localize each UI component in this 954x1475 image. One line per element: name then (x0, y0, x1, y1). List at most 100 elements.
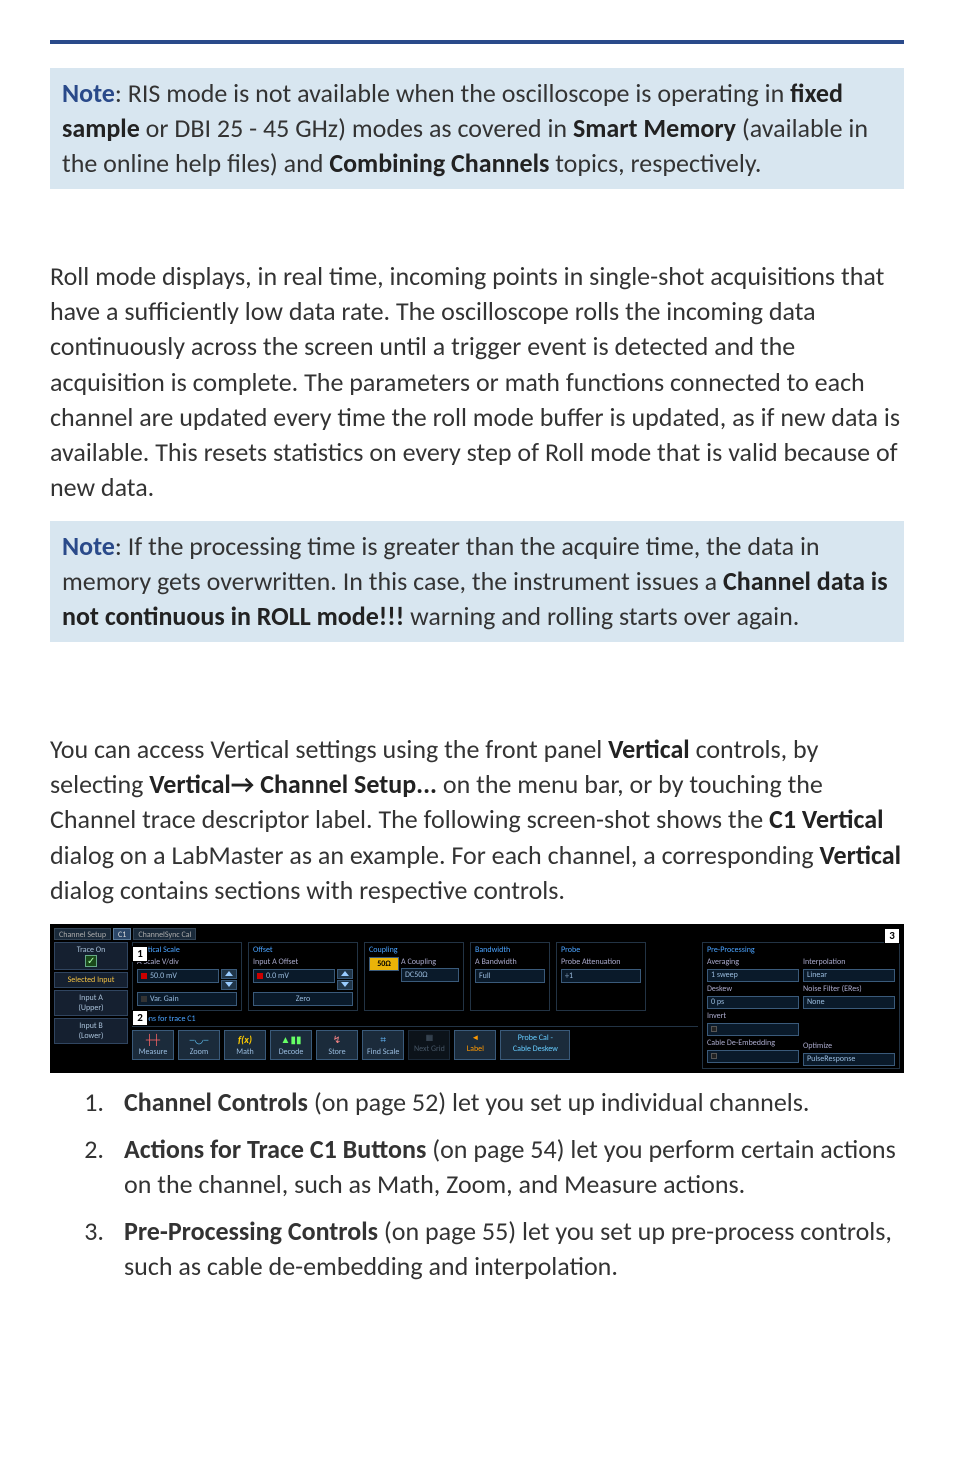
a-bandwidth-value[interactable]: Full (475, 969, 545, 983)
optimize-label: Optimize (803, 1041, 895, 1051)
noise-filter-value[interactable]: None (803, 996, 895, 1009)
interpolation-value[interactable]: Linear (803, 969, 895, 982)
probe-cal-cable-deskew-button[interactable]: Probe Cal -Cable Deskew (500, 1030, 570, 1060)
note1-bold-b: Smart Memory (573, 112, 736, 144)
find-scale-button[interactable]: ⌗Find Scale (362, 1030, 404, 1060)
document-page: Note: RIS mode is not available when the… (0, 0, 954, 1334)
callout-2: 2 (132, 1010, 148, 1026)
panel-offset: Offset Input A Offset 0.0 mV Zero (248, 942, 358, 1011)
list-number: 2. (80, 1132, 104, 1202)
input-b-lower-cell[interactable]: Input B (Lower) (54, 1018, 128, 1044)
label-icon: ◄ (471, 1033, 479, 1043)
selected-input-label: Selected Input (54, 972, 128, 988)
vert-pre: You can access Vertical settings using t… (50, 733, 608, 765)
tab-channel-setup[interactable]: Channel Setup (54, 928, 111, 940)
probe-atten-value[interactable]: ÷1 (561, 969, 641, 983)
a-offset-value[interactable]: 0.0 mV (253, 969, 335, 983)
tab-c1[interactable]: C1 (113, 928, 131, 940)
invert-toggle[interactable] (707, 1023, 799, 1036)
list-text: Pre-Processing Controls (on page 55) let… (124, 1214, 904, 1284)
panel-pre-processing: Pre-Processing Averaging 1 sweep Deskew … (702, 942, 900, 1069)
a-scale-stepper (221, 969, 237, 990)
c1-vertical-dialog: 3 Channel Setup C1 ChannelSync Cal 1 2 T… (50, 924, 904, 1073)
a-offset-stepper (337, 969, 353, 990)
trace-on-cell[interactable]: Trace On (54, 942, 128, 970)
input-a-label: Input A (58, 993, 124, 1003)
store-icon: ↯ (333, 1033, 341, 1046)
a-offset-up-button[interactable] (337, 969, 353, 979)
note-label: Note (62, 77, 115, 109)
noise-filter-label: Noise Filter (ERes) (803, 984, 895, 994)
note1-bold-c: Combining Channels (329, 147, 549, 179)
input-a-upper: (Upper) (58, 1003, 124, 1013)
var-gain-label: Var. Gain (150, 994, 179, 1004)
paragraph-vertical-intro: You can access Vertical settings using t… (50, 732, 904, 907)
measure-button[interactable]: ┼┼Measure (132, 1030, 174, 1060)
input-b-label: Input B (58, 1021, 124, 1031)
a-scale-up-button[interactable] (221, 969, 237, 979)
a-offset-value-text: 0.0 mV (266, 971, 289, 981)
cable-de-embedding-toggle[interactable] (707, 1050, 799, 1063)
list-item-1-text: (on page 52) let you set up individual c… (308, 1086, 810, 1118)
a-scale-down-button[interactable] (221, 980, 237, 990)
averaging-value[interactable]: 1 sweep (707, 969, 799, 982)
input-a-upper-cell[interactable]: Input A (Upper) (54, 990, 128, 1016)
deskew-label: Deskew (707, 984, 799, 994)
callout-3: 3 (884, 928, 900, 944)
channel-controls-row: Vertical Scale A Scale V/div 50.0 mV Var… (132, 942, 698, 1011)
zoom-label: Zoom (190, 1047, 208, 1057)
dialog-body: 1 2 Trace On Selected Input Input A (Upp… (54, 942, 900, 1069)
find-scale-label: Find Scale (367, 1047, 399, 1057)
vertical-scale-title: Vertical Scale (137, 945, 237, 955)
list-number: 1. (80, 1085, 104, 1120)
next-grid-button[interactable]: ▦Next Grid (408, 1030, 450, 1060)
a-scale-value[interactable]: 50.0 mV (137, 969, 219, 983)
note1-text-d: topics, respectively. (549, 147, 761, 179)
header-rule (50, 40, 904, 44)
label-button[interactable]: ◄Label (454, 1030, 496, 1060)
active-indicator-icon (257, 973, 263, 979)
actions-for-trace-section: Actions for trace C1 ┼┼Measure ─◡─Zoom f… (132, 1014, 698, 1060)
decode-button[interactable]: ▲▮▮Decode (270, 1030, 312, 1060)
checkbox-off-icon (711, 1026, 717, 1032)
label-label: Label (467, 1044, 484, 1054)
note-box-ris: Note: RIS mode is not available when the… (50, 68, 904, 189)
list-item-3-bold: Pre-Processing Controls (124, 1215, 378, 1247)
a-coupling-label: A Coupling (401, 957, 459, 967)
find-scale-icon: ⌗ (380, 1033, 386, 1046)
probe-title: Probe (561, 945, 641, 955)
a-offset-down-button[interactable] (337, 980, 353, 990)
paragraph-roll-mode: Roll mode displays, in real time, incomi… (50, 259, 904, 505)
math-button[interactable]: f(x)Math (224, 1030, 266, 1060)
vert-b2: Vertical→ Channel Setup... (149, 768, 437, 800)
interpolation-label: Interpolation (803, 957, 895, 967)
note1-text-b: or DBI 25 - 45 GHz) modes as covered in (140, 112, 573, 144)
optimize-value[interactable]: PulseResponse (803, 1053, 895, 1066)
input-b-lower: (Lower) (58, 1031, 124, 1041)
zero-button[interactable]: Zero (253, 992, 353, 1006)
list-item-2-bold: Actions for Trace C1 Buttons (124, 1133, 426, 1165)
math-fx-icon: f(x) (238, 1033, 252, 1046)
vert-mid3: dialog on a LabMaster as an example. For… (50, 839, 819, 871)
note-label: Note (62, 530, 115, 562)
a-coupling-value[interactable]: DC50Ω (401, 968, 459, 982)
vert-tail: dialog contains sections with respective… (50, 874, 565, 906)
list-text: Actions for Trace C1 Buttons (on page 54… (124, 1132, 904, 1202)
zoom-button[interactable]: ─◡─Zoom (178, 1030, 220, 1060)
var-gain-toggle[interactable]: Var. Gain (137, 992, 237, 1006)
decode-icon: ▲▮▮ (281, 1033, 302, 1046)
invert-label: Invert (707, 1011, 799, 1021)
vert-b1: Vertical (608, 733, 690, 765)
note2-text-b: warning and rolling starts over again. (404, 600, 799, 632)
panel-vertical-scale: Vertical Scale A Scale V/div 50.0 mV Var… (132, 942, 242, 1011)
tab-channelsync-cal[interactable]: ChannelSync Cal (133, 928, 196, 940)
spacer (803, 1011, 895, 1024)
store-button[interactable]: ↯Store (316, 1030, 358, 1060)
probe-atten-label: Probe Attenuation (561, 957, 641, 967)
deskew-value[interactable]: 0 ps (707, 996, 799, 1009)
list-item-1-bold: Channel Controls (124, 1086, 308, 1118)
note2-text-a: : If the processing time is greater than… (62, 530, 820, 597)
measure-icon: ┼┼ (146, 1033, 160, 1046)
checkbox-off-icon (711, 1053, 717, 1059)
trace-on-checkbox[interactable] (85, 955, 97, 967)
